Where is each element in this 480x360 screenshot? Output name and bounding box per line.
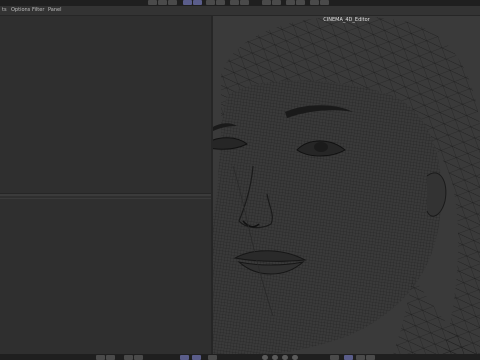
record-icon[interactable] xyxy=(282,355,288,360)
timeline-button-active[interactable] xyxy=(344,355,353,360)
toolbar-button[interactable] xyxy=(216,0,225,5)
toolbar-button-active[interactable] xyxy=(183,0,192,5)
toolbar-button[interactable] xyxy=(230,0,239,5)
menu-item-options[interactable]: Options xyxy=(11,6,30,15)
record-icon[interactable] xyxy=(292,355,298,360)
toolbar-button[interactable] xyxy=(168,0,177,5)
timeline-button[interactable] xyxy=(208,355,217,360)
toolbar-button[interactable] xyxy=(262,0,271,5)
panel-divider xyxy=(0,198,212,199)
toolbar-button[interactable] xyxy=(206,0,215,5)
toolbar-button-active[interactable] xyxy=(193,0,202,5)
object-manager-panel[interactable] xyxy=(0,16,212,354)
render-icon[interactable] xyxy=(330,355,339,360)
record-icon[interactable] xyxy=(262,355,268,360)
bottom-toolbar xyxy=(0,354,480,360)
toolbar-button[interactable] xyxy=(310,0,319,5)
timeline-button-active[interactable] xyxy=(192,355,201,360)
toolbar-button[interactable] xyxy=(296,0,305,5)
timeline-button[interactable] xyxy=(134,355,143,360)
timeline-button[interactable] xyxy=(366,355,375,360)
toolbar-button[interactable] xyxy=(158,0,167,5)
menu-bar: ts Options Filter Panel xyxy=(0,6,480,16)
toolbar-button[interactable] xyxy=(286,0,295,5)
timeline-button[interactable] xyxy=(96,355,105,360)
wireframe-head-render xyxy=(213,16,480,354)
timeline-button[interactable] xyxy=(124,355,133,360)
menu-item-panel[interactable]: Panel xyxy=(48,6,62,15)
3d-viewport[interactable]: CINEMA_4D_Editor xyxy=(213,16,480,354)
record-icon[interactable] xyxy=(272,355,278,360)
toolbar-button[interactable] xyxy=(320,0,329,5)
timeline-button-active[interactable] xyxy=(180,355,189,360)
toolbar-button[interactable] xyxy=(148,0,157,5)
toolbar-button[interactable] xyxy=(272,0,281,5)
panel-splitter[interactable] xyxy=(0,193,212,196)
ear xyxy=(426,172,447,217)
menu-item-filter[interactable]: Filter xyxy=(32,6,44,15)
timeline-button[interactable] xyxy=(106,355,115,360)
timeline-button[interactable] xyxy=(356,355,365,360)
viewport-title: CINEMA_4D_Editor xyxy=(323,17,370,23)
toolbar-button[interactable] xyxy=(240,0,249,5)
menu-item-tags[interactable]: ts xyxy=(2,6,7,15)
